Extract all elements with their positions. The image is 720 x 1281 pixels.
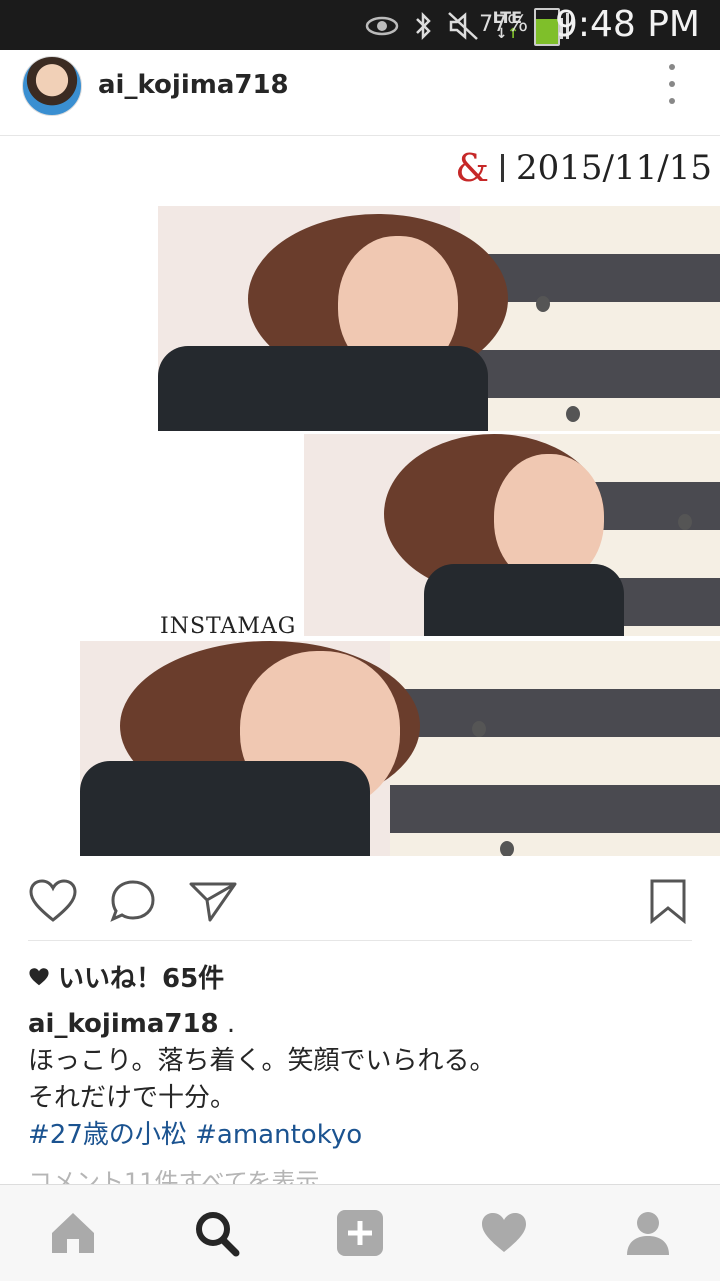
battery-percent: 77%: [479, 12, 528, 37]
bookmark-icon[interactable]: [646, 878, 690, 924]
caption-line-1: ほっこり。落ち着く。笑顔でいられる。: [28, 1046, 496, 1076]
post-header: ai_kojima718: [0, 50, 720, 136]
activity-heart-icon[interactable]: [479, 1209, 529, 1257]
separator-bar: [501, 154, 505, 182]
likes-label: いいね！65件: [58, 964, 225, 994]
search-icon[interactable]: [192, 1209, 242, 1257]
caption-line-2: それだけで十分。: [28, 1083, 237, 1113]
collage-photo-3: [80, 641, 720, 856]
collage-photo-2: [304, 434, 720, 636]
status-bar: LTE ↓↑ 77% 9:48 PM: [0, 0, 720, 50]
comment-icon[interactable]: [108, 878, 158, 924]
caption-username[interactable]: ai_kojima718: [28, 1009, 219, 1039]
like-heart-icon[interactable]: [28, 878, 78, 924]
instamag-watermark: INSTAMAG: [160, 614, 297, 639]
avatar[interactable]: [22, 56, 82, 116]
home-icon[interactable]: [48, 1209, 98, 1257]
clock-time: 9:48 PM: [554, 4, 700, 45]
bottom-nav: [0, 1184, 720, 1281]
hashtag-link-1[interactable]: #27歳の小松: [28, 1120, 187, 1150]
bluetooth-icon: [415, 11, 431, 41]
likes-count[interactable]: いいね！65件: [28, 958, 224, 995]
hashtag-link-2[interactable]: #amantokyo: [195, 1120, 362, 1150]
mute-icon: [447, 12, 478, 40]
eye-icon: [365, 16, 398, 36]
profile-icon[interactable]: [623, 1209, 673, 1257]
post-caption: ai_kojima718 . ほっこり。落ち着く。笑顔でいられる。 それだけで十…: [28, 1006, 698, 1154]
collage-photo-1: [158, 206, 720, 431]
caption-user-suffix: .: [226, 1009, 236, 1039]
more-options-icon[interactable]: [662, 64, 682, 104]
post-image[interactable]: & 2015/11/15 INSTAMAG: [0, 136, 720, 858]
image-date: 2015/11/15: [516, 148, 712, 188]
small-heart-icon: [29, 967, 49, 985]
post-username[interactable]: ai_kojima718: [98, 70, 289, 100]
ampersand-mark: &: [455, 146, 490, 190]
add-post-icon[interactable]: [335, 1209, 385, 1257]
share-send-icon[interactable]: [188, 878, 238, 924]
image-date-caption: & 2015/11/15: [455, 146, 712, 190]
post-actions: [0, 858, 720, 942]
divider: [28, 940, 692, 941]
